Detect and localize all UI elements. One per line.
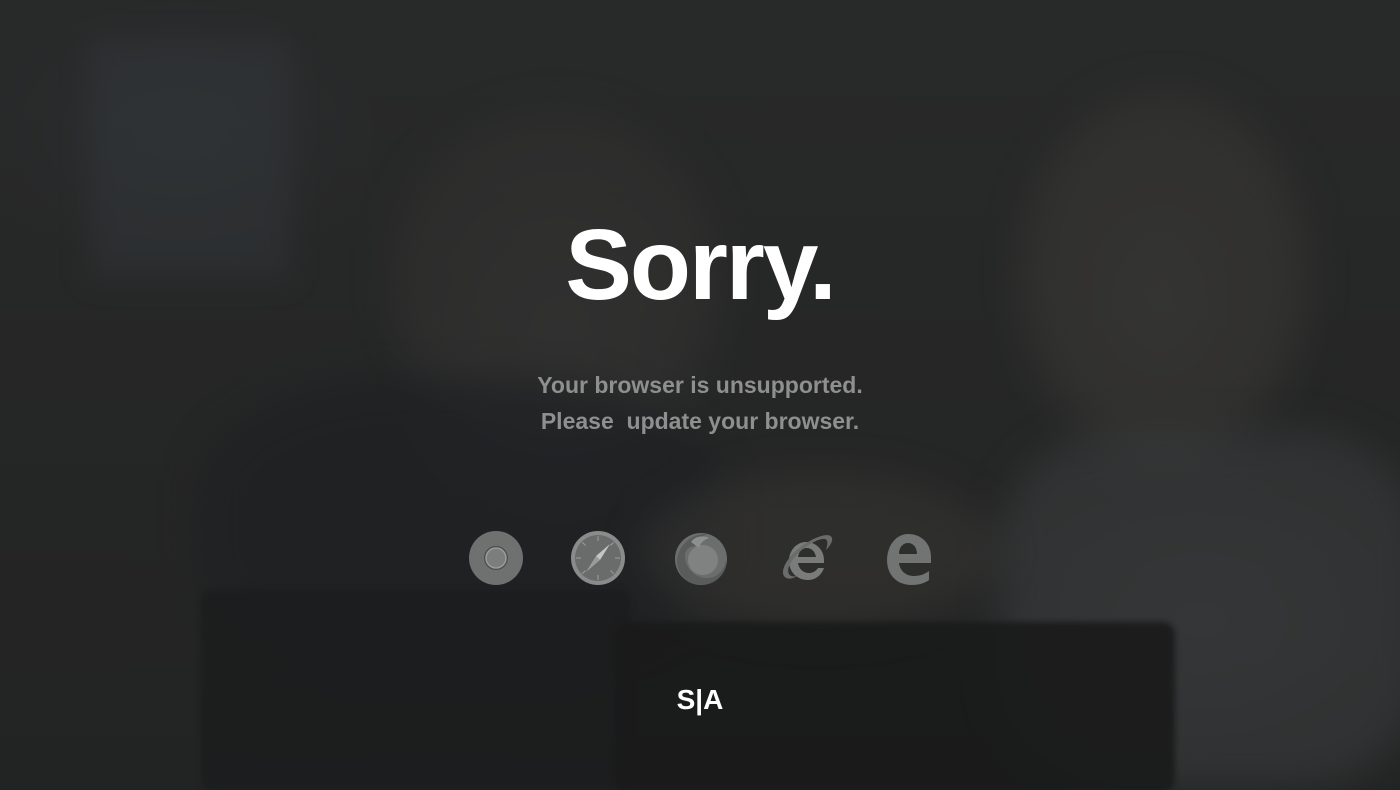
- chrome-link[interactable]: [468, 530, 524, 586]
- edge-link[interactable]: [881, 530, 937, 586]
- safari-icon: [571, 531, 625, 585]
- edge-icon: [887, 534, 931, 585]
- sa-logo: S|A: [676, 684, 724, 715]
- unsupported-message: Your browser is unsupported.: [537, 372, 863, 398]
- firefox-icon: [675, 533, 727, 585]
- safari-link[interactable]: [570, 530, 626, 586]
- page-title: Sorry.: [565, 209, 837, 321]
- browser-list: [468, 530, 938, 590]
- internet-explorer-icon: [782, 535, 833, 580]
- update-message: Please update your browser.: [540, 408, 860, 434]
- unsupported-browser-page: Sorry. Your browser is unsupported. Plea…: [0, 0, 1400, 790]
- internet-explorer-link[interactable]: [778, 530, 834, 586]
- chrome-icon: [469, 531, 523, 585]
- message-panel: Sorry. Your browser is unsupported. Plea…: [0, 0, 1400, 790]
- firefox-link[interactable]: [673, 530, 729, 586]
